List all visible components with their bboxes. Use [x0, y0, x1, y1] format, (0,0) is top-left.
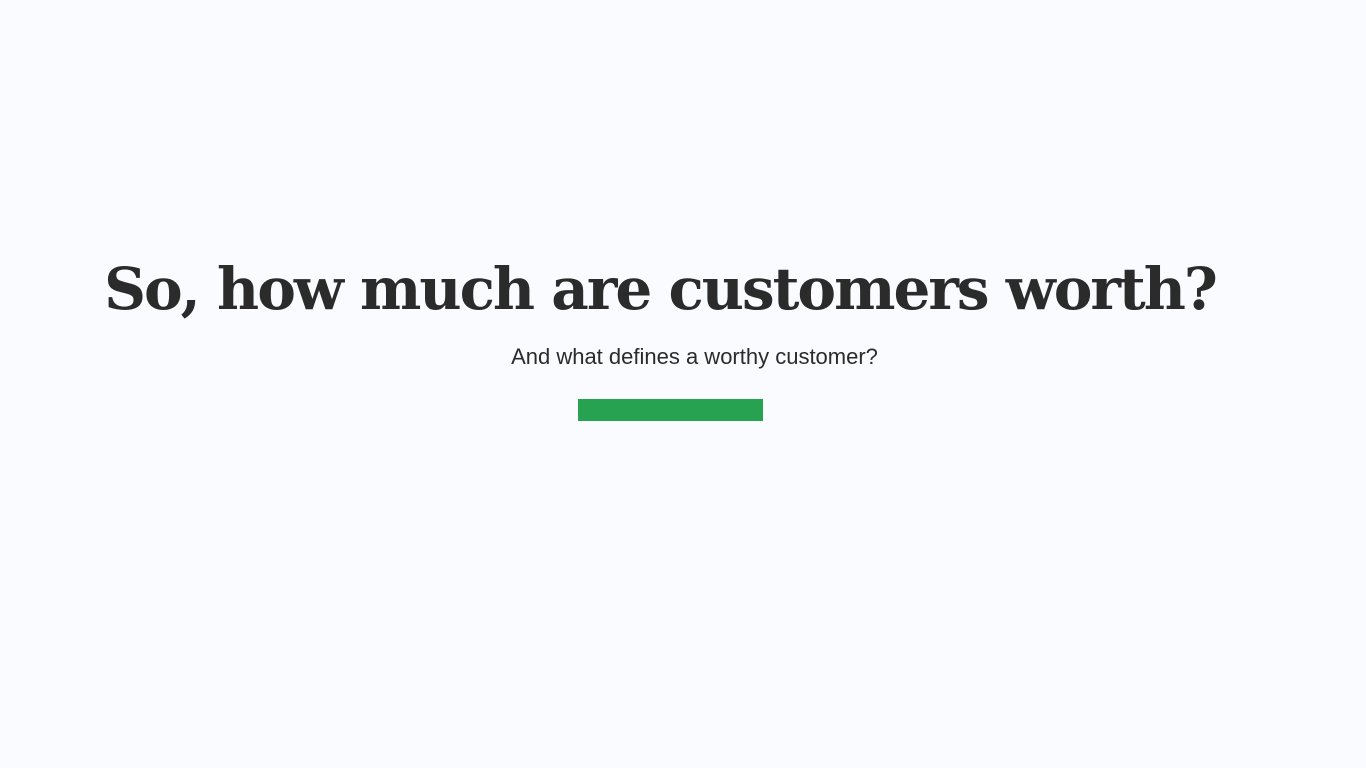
slide-subtitle: And what defines a worthy customer? [511, 344, 878, 369]
slide: So, how much are customers worth? And wh… [0, 0, 1366, 768]
slide-title: So, how much are customers worth? [104, 255, 1218, 323]
accent-bar [578, 399, 763, 421]
